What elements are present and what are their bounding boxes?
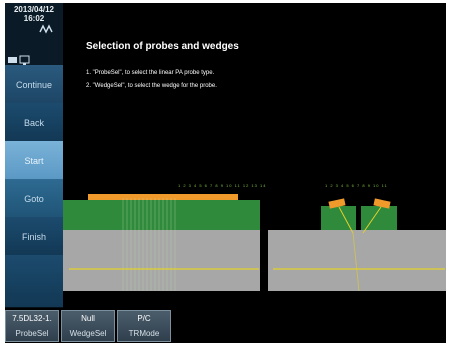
probe-select-label: ProbeSel: [15, 329, 49, 338]
tr-mode-label: TRMode: [128, 329, 160, 338]
tr-mode-value: P/C: [137, 314, 151, 323]
clock-time: 16:02: [23, 14, 45, 23]
wedge-select-label: WedgeSel: [69, 329, 107, 338]
back-button[interactable]: Back: [5, 103, 63, 143]
continue-button[interactable]: Continue: [5, 65, 63, 105]
finish-button-label: Finish: [21, 231, 46, 242]
goto-button[interactable]: Goto: [5, 179, 63, 219]
main-panel: Selection of probes and wedges 1. "Probe…: [63, 3, 446, 308]
goto-button-label: Goto: [24, 193, 44, 204]
beam-overlay: [69, 198, 445, 292]
finish-button[interactable]: Finish: [5, 217, 63, 257]
bottom-toolbar: 7.5DL32-1. ProbeSel Null WedgeSel P/C TR…: [5, 308, 446, 343]
sidebar-empty-slot: [5, 255, 63, 308]
wedge-select-button[interactable]: Null WedgeSel: [61, 310, 115, 342]
system-status-icons: [8, 55, 30, 65]
back-button-label: Back: [23, 117, 44, 128]
instruction-step-2: 2. "WedgeSel", to select the wedge for t…: [86, 83, 217, 89]
device-screen: 2013/04/12 16:02 Continue Back Start Got…: [5, 3, 446, 343]
continue-button-label: Continue: [15, 79, 53, 90]
probe-select-button[interactable]: 7.5DL32-1. ProbeSel: [5, 310, 59, 342]
left-probe-scale: 1 2 3 4 5 6 7 8 9 10 11 12 13 14: [178, 183, 267, 188]
probe-select-value: 7.5DL32-1.: [12, 314, 52, 323]
clock-date: 2013/04/12: [13, 5, 55, 14]
tr-mode-button[interactable]: P/C TRMode: [117, 310, 171, 342]
page-title: Selection of probes and wedges: [86, 41, 239, 52]
wedge-select-value: Null: [81, 314, 95, 323]
start-button[interactable]: Start: [5, 141, 63, 181]
start-button-label: Start: [24, 155, 44, 166]
instruction-step-1: 1. "ProbeSel", to select the linear PA p…: [86, 70, 215, 76]
clock: 2013/04/12 16:02: [5, 5, 63, 23]
signal-icon: [39, 24, 53, 34]
sidebar: 2013/04/12 16:02 Continue Back Start Got…: [5, 3, 63, 308]
right-probe-scale: 1 2 3 4 5 6 7 8 9 10 11: [325, 183, 388, 188]
